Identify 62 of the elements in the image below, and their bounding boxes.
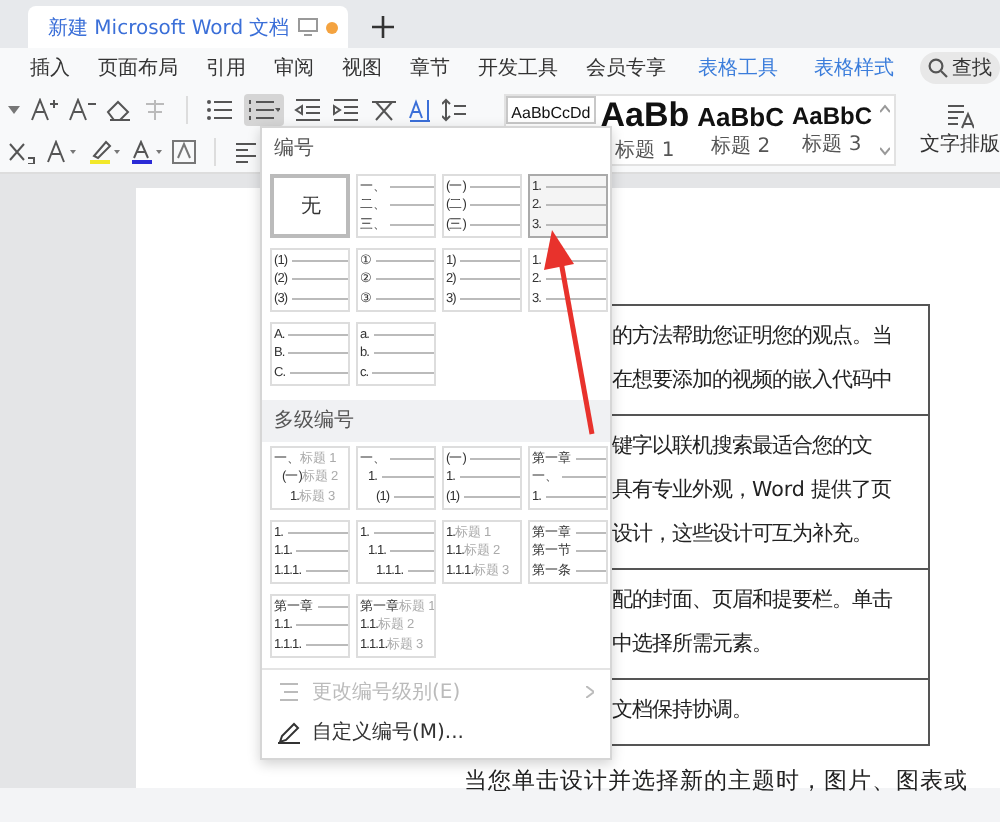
- bullet-list-icon[interactable]: [206, 98, 234, 122]
- document-text: 配的封面、页眉和提要栏。单击: [612, 586, 894, 616]
- style-sample: AaBbCcDd: [511, 104, 591, 122]
- text-layout-button[interactable]: 文字排版: [920, 88, 1000, 172]
- document-text: 的方法帮助您证明您的观点。当: [612, 322, 894, 352]
- search-icon: [928, 58, 948, 78]
- pen-icon: [278, 721, 300, 743]
- document-text: 当您单击设计并选择新的主题时，图片、图表或: [464, 764, 970, 798]
- numbering-preset[interactable]: 无: [270, 174, 350, 238]
- tab-title: 新建 Microsoft Word 文档: [48, 15, 290, 41]
- menu-tab[interactable]: 章节: [396, 54, 464, 82]
- menu-tab[interactable]: 表格样式: [796, 54, 912, 82]
- numbering-button[interactable]: [244, 94, 284, 126]
- new-tab-icon[interactable]: [372, 16, 394, 38]
- style-sample: AaBbC: [791, 102, 872, 130]
- style-sample: AaBbC: [697, 101, 784, 131]
- style-name: 标题 2: [711, 133, 771, 159]
- menu-tab[interactable]: 开发工具: [464, 54, 572, 82]
- document-text: 中选择所需元素。: [612, 630, 774, 660]
- document-text: 具有专业外观，Word 提供了页: [612, 476, 894, 506]
- align-left-icon[interactable]: [234, 140, 258, 164]
- monitor-icon[interactable]: [297, 18, 318, 36]
- style-preset[interactable]: AaBbC 标题 3: [787, 96, 876, 164]
- decrease-indent-icon[interactable]: [294, 98, 322, 122]
- dropdown-caret-icon[interactable]: [8, 106, 20, 114]
- menu-section-title: 编号: [272, 135, 316, 164]
- paragraph-spacing-icon[interactable]: [442, 98, 466, 122]
- style-sample: AaBb: [600, 96, 690, 136]
- character-border-icon[interactable]: [172, 140, 196, 164]
- style-name: 标题 3: [802, 131, 862, 158]
- numbered-list-icon: [248, 98, 280, 122]
- search-button[interactable]: 查找: [920, 52, 1000, 84]
- menu-tab[interactable]: 插入: [16, 54, 84, 82]
- style-preset[interactable]: AaBb 标题 1: [596, 96, 694, 164]
- document-text: 文档保持协调。: [612, 696, 754, 726]
- menu-section-title: 多级编号: [262, 400, 610, 442]
- menu-tab[interactable]: 表格工具: [680, 54, 796, 82]
- document-text: 在想要添加的视频的嵌入代码中: [612, 366, 894, 396]
- text-layout-icon: [946, 102, 974, 130]
- increase-indent-icon[interactable]: [332, 98, 360, 122]
- menu-item[interactable]: 自定义编号(M)...: [262, 712, 610, 752]
- menu-tab[interactable]: 视图: [328, 54, 396, 82]
- grow-font-icon[interactable]: [30, 98, 58, 122]
- highlighter-icon[interactable]: [88, 140, 120, 164]
- eraser-icon[interactable]: [106, 98, 132, 122]
- shrink-font-icon[interactable]: [68, 98, 96, 122]
- chevron-right-icon: [586, 686, 594, 698]
- subscript-icon[interactable]: [8, 140, 36, 164]
- style-preset[interactable]: AaBbCcDd: [505, 96, 597, 124]
- menu-tab[interactable]: 页面布局: [84, 54, 192, 82]
- document-tab[interactable]: 新建 Microsoft Word 文档: [28, 6, 348, 48]
- menu-tab[interactable]: 引用: [192, 54, 260, 82]
- document-text: 设计，这些设计可互为补充。: [612, 520, 874, 550]
- menu-tab[interactable]: 会员专享: [572, 54, 680, 82]
- gallery-scroll-icon[interactable]: [880, 104, 890, 156]
- document-text: 键字以联机搜索最适合您的文: [612, 432, 874, 462]
- text-effect-icon[interactable]: [46, 140, 78, 164]
- font-color-icon[interactable]: [130, 140, 162, 164]
- style-preset[interactable]: AaBbC 标题 2: [693, 96, 788, 164]
- menu-tab[interactable]: 审阅: [260, 54, 328, 82]
- list-level-icon: [278, 682, 300, 702]
- style-name: 标题 1: [615, 137, 675, 164]
